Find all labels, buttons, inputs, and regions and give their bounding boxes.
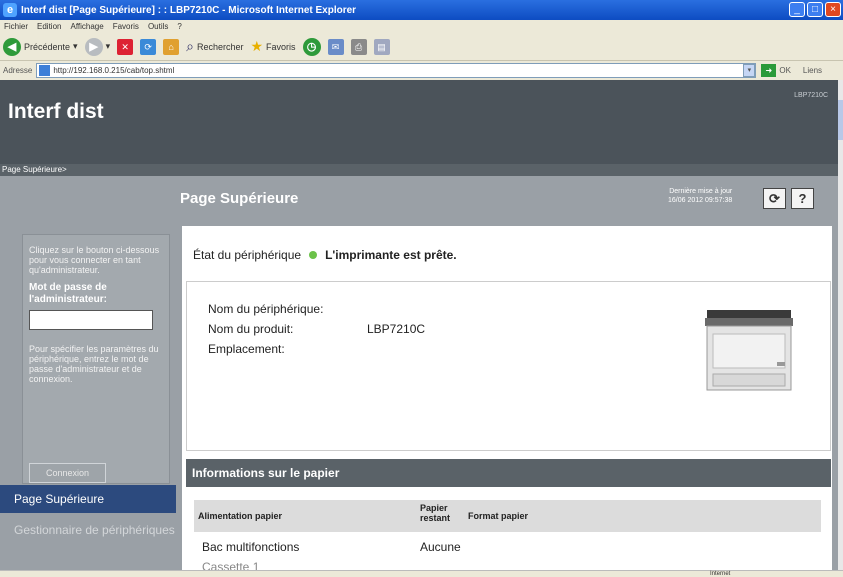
help-button[interactable]: ?: [791, 188, 814, 209]
go-button[interactable]: ➜ OK: [761, 64, 791, 77]
content-panel: État du périphérique L'imprimante est pr…: [182, 226, 832, 574]
login-intro: Cliquez sur le bouton ci-dessous pour vo…: [29, 245, 160, 275]
menu-file[interactable]: Fichier: [4, 22, 28, 31]
minimize-icon[interactable]: _: [789, 2, 805, 17]
mail-icon[interactable]: ✉: [327, 38, 344, 55]
col-paper-source: Alimentation papier: [198, 511, 283, 521]
menu-help[interactable]: ?: [177, 22, 181, 31]
status-bar: Internet: [0, 570, 843, 577]
paper-source-cell: Bac multifonctions: [202, 540, 300, 554]
menu-favorites[interactable]: Favoris: [113, 22, 139, 31]
password-label: Mot de passe de l'administrateur:: [29, 282, 107, 305]
print-icon[interactable]: ⎙: [350, 38, 367, 55]
refresh-button[interactable]: ⟳: [763, 188, 786, 209]
menu-tools[interactable]: Outils: [148, 22, 168, 31]
page-title: Page Supérieure: [180, 190, 299, 207]
site-header: Interf dist LBP7210C: [0, 80, 838, 164]
home-icon[interactable]: ⌂: [163, 38, 180, 55]
model-name: LBP7210C: [794, 92, 828, 99]
menu-view[interactable]: Affichage: [70, 22, 103, 31]
status-message: L'imprimante est prête.: [325, 248, 457, 262]
login-button[interactable]: Connexion: [29, 463, 106, 483]
star-icon: ★: [250, 38, 264, 54]
breadcrumb[interactable]: Page Supérieure>: [0, 164, 838, 176]
stop-icon[interactable]: ✕: [117, 38, 134, 55]
device-status: État du périphérique L'imprimante est pr…: [193, 248, 457, 262]
vertical-scrollbar[interactable]: [838, 80, 843, 570]
product-name-label: Nom du produit:: [208, 322, 294, 336]
edit-icon[interactable]: ▤: [373, 38, 390, 55]
refresh-icon[interactable]: ⟳: [140, 38, 157, 55]
location-label: Emplacement:: [208, 342, 285, 356]
ie-icon: e: [3, 3, 17, 17]
printer-icon: [705, 310, 793, 391]
favorites-button[interactable]: ★ Favoris: [250, 38, 295, 55]
site-logo: Interf dist: [8, 100, 104, 123]
forward-button[interactable]: ▶ ▾: [84, 37, 110, 56]
go-arrow-icon: ➜: [761, 64, 777, 77]
nav-item-device-manager[interactable]: Gestionnaire de périphériques: [0, 513, 176, 563]
address-bar: Adresse http://192.168.0.215/cab/top.sht…: [0, 61, 843, 80]
table-row: Bac multifonctions Aucune: [202, 540, 461, 554]
address-input[interactable]: http://192.168.0.215/cab/top.shtml: [36, 63, 757, 78]
device-info-box: Nom du périphérique: Nom du produit: LBP…: [186, 281, 831, 451]
status-indicator-icon: [309, 251, 318, 259]
chevron-down-icon[interactable]: ▾: [743, 64, 756, 77]
paper-info-heading: Informations sur le papier: [186, 459, 831, 487]
forward-arrow-icon: ▶: [84, 37, 103, 56]
device-name-label: Nom du périphérique:: [208, 302, 324, 316]
search-button[interactable]: ⌕ Rechercher: [186, 38, 243, 55]
menu-bar: Fichier Edition Affichage Favoris Outils…: [0, 20, 843, 33]
page-header: Page Supérieure Dernière mise à jour 16/…: [0, 176, 838, 222]
password-input[interactable]: [29, 310, 153, 330]
status-label: État du périphérique: [193, 248, 302, 262]
paper-remaining-cell: Aucune: [420, 540, 461, 554]
login-box: Cliquez sur le bouton ci-dessous pour vo…: [22, 234, 170, 484]
links-label[interactable]: Liens: [803, 66, 822, 75]
login-hint: Pour spécifier les paramètres du périphé…: [29, 344, 159, 384]
browser-toolbar: ◀ Précédente ▾ ▶ ▾ ✕ ⟳ ⌂ ⌕ Rechercher ★ Fa…: [0, 33, 843, 61]
menu-edit[interactable]: Edition: [37, 22, 61, 31]
window-title: Interf dist [Page Supérieure] : : LBP721…: [21, 4, 357, 16]
close-icon[interactable]: ×: [825, 2, 841, 17]
paper-table-header: Alimentation papier Papier restant Forma…: [194, 500, 821, 532]
last-update: Dernière mise à jour 16/06 2012 09:57:38: [668, 188, 733, 204]
nav-item-top-page[interactable]: Page Supérieure: [0, 485, 176, 513]
history-icon[interactable]: ◷: [302, 37, 321, 56]
back-button[interactable]: ◀ Précédente ▾: [3, 37, 78, 56]
product-name-value: LBP7210C: [367, 322, 426, 336]
maximize-icon[interactable]: □: [807, 2, 823, 17]
search-icon: ⌕: [186, 38, 194, 54]
col-paper-format: Format papier: [468, 511, 529, 521]
address-label: Adresse: [3, 66, 33, 75]
col-paper-remaining: Papier restant: [420, 503, 451, 523]
title-bar: e Interf dist [Page Supérieure] : : LBP7…: [0, 0, 843, 20]
back-arrow-icon: ◀: [3, 37, 21, 56]
main-content: État du périphérique L'imprimante est pr…: [176, 222, 838, 574]
zone-label: Internet: [710, 571, 731, 577]
page-icon: [39, 65, 51, 76]
